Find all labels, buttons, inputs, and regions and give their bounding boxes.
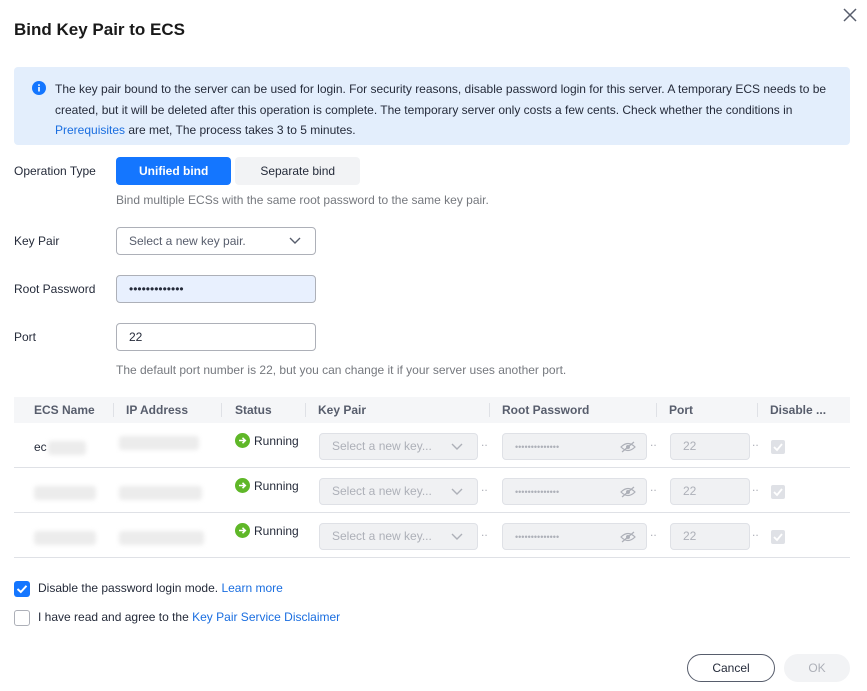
redacted-ip: [119, 486, 202, 500]
key-pair-select[interactable]: Select a new key pair.: [116, 227, 316, 255]
row-key-pair-placeholder: Select a new key...: [332, 529, 432, 543]
ok-button[interactable]: OK: [784, 654, 850, 682]
chevron-down-icon: [451, 488, 463, 495]
table-row: ec Running Select a new key... .. ••••••…: [14, 423, 850, 468]
row-password-value: ••••••••••••••: [515, 487, 560, 497]
bind-key-pair-dialog: Bind Key Pair to ECS The key pair bound …: [0, 0, 867, 691]
running-icon: [235, 523, 250, 538]
row-key-pair-select: Select a new key...: [319, 478, 478, 505]
row-port-value: 22: [683, 439, 697, 453]
chevron-down-icon: [289, 237, 301, 244]
chevron-down-icon: [451, 443, 463, 450]
checkmark-icon: [16, 585, 28, 594]
col-ip-address: IP Address: [126, 403, 189, 417]
operation-type-toggle: Unified bind Separate bind: [116, 157, 361, 185]
row-disable-checkbox: [771, 440, 785, 454]
table-row: Running Select a new key... .. •••••••••…: [14, 513, 850, 558]
ecs-name: ec: [34, 440, 47, 454]
disable-password-text: Disable the password login mode.: [38, 581, 222, 595]
status-running: Running: [235, 478, 299, 493]
agree-text: I have read and agree to the: [38, 610, 193, 624]
row-key-pair-select: Select a new key...: [319, 433, 478, 460]
info-icon: [32, 81, 46, 95]
status-running: Running: [235, 433, 299, 448]
row-root-password-input: ••••••••••••••: [502, 523, 647, 550]
row-port-input: 22: [670, 523, 750, 550]
status-text: Running: [254, 523, 299, 538]
row-key-pair-placeholder: Select a new key...: [332, 484, 432, 498]
row-port-value: 22: [683, 529, 697, 543]
key-pair-label: Key Pair: [14, 234, 60, 248]
dialog-title: Bind Key Pair to ECS: [14, 20, 185, 39]
row-disable-checkbox: [771, 530, 785, 544]
eye-icon: [620, 531, 636, 543]
col-status: Status: [235, 403, 272, 417]
redacted-ip: [119, 436, 199, 450]
prerequisites-link[interactable]: Prerequisites: [55, 123, 125, 137]
operation-type-hint: Bind multiple ECSs with the same root pa…: [116, 193, 489, 207]
cancel-button[interactable]: Cancel: [687, 654, 775, 682]
learn-more-link[interactable]: Learn more: [221, 581, 282, 595]
running-icon: [235, 433, 250, 448]
row-password-value: ••••••••••••••: [515, 532, 560, 542]
root-password-input[interactable]: •••••••••••••: [116, 275, 316, 303]
status-text: Running: [254, 478, 299, 493]
checkmark-icon: [773, 488, 783, 497]
row-disable-checkbox: [771, 485, 785, 499]
checkmark-icon: [773, 443, 783, 452]
eye-icon: [620, 486, 636, 498]
status-running: Running: [235, 523, 299, 538]
unified-bind-option[interactable]: Unified bind: [116, 157, 232, 185]
row-key-pair-placeholder: Select a new key...: [332, 439, 432, 453]
port-hint: The default port number is 22, but you c…: [116, 363, 567, 377]
key-pair-placeholder: Select a new key pair.: [129, 234, 246, 248]
disable-password-label: Disable the password login mode. Learn m…: [38, 581, 283, 595]
status-text: Running: [254, 433, 299, 448]
row-port-input: 22: [670, 433, 750, 460]
row-root-password-input: ••••••••••••••: [502, 478, 647, 505]
operation-type-label: Operation Type: [14, 164, 96, 178]
redacted-name: [48, 441, 86, 455]
disable-password-checkbox[interactable]: [14, 581, 30, 597]
disclaimer-link[interactable]: Key Pair Service Disclaimer: [192, 610, 340, 624]
row-password-value: ••••••••••••••: [515, 442, 560, 452]
port-label: Port: [14, 330, 37, 344]
row-port-value: 22: [683, 484, 697, 498]
notice-text: The key pair bound to the server can be …: [55, 82, 827, 117]
ecs-table: ECS Name IP Address Status Key Pair Root…: [14, 397, 850, 558]
agree-checkbox[interactable]: [14, 610, 30, 626]
root-password-value: •••••••••••••: [129, 282, 184, 296]
table-row: Running Select a new key... .. •••••••••…: [14, 468, 850, 513]
agree-label: I have read and agree to the Key Pair Se…: [38, 610, 340, 624]
col-disable: Disable ...: [770, 403, 827, 417]
eye-icon: [620, 441, 636, 453]
table-header: ECS Name IP Address Status Key Pair Root…: [14, 397, 850, 423]
port-input[interactable]: 22: [116, 323, 316, 351]
checkmark-icon: [773, 533, 783, 542]
separate-bind-option[interactable]: Separate bind: [235, 157, 361, 185]
row-key-pair-select: Select a new key...: [319, 523, 478, 550]
col-key-pair: Key Pair: [318, 403, 367, 417]
row-root-password-input: ••••••••••••••: [502, 433, 647, 460]
close-icon[interactable]: [840, 5, 860, 25]
notice-text-end: are met, The process takes 3 to 5 minute…: [125, 123, 356, 137]
redacted-ip: [119, 531, 204, 545]
col-port: Port: [669, 403, 693, 417]
col-root-password: Root Password: [502, 403, 590, 417]
chevron-down-icon: [451, 533, 463, 540]
redacted-name: [34, 531, 96, 545]
row-port-input: 22: [670, 478, 750, 505]
root-password-label: Root Password: [14, 282, 96, 296]
redacted-name: [34, 486, 96, 500]
col-ecs-name: ECS Name: [34, 403, 95, 417]
info-notice: The key pair bound to the server can be …: [14, 67, 850, 145]
port-value: 22: [129, 330, 143, 344]
running-icon: [235, 478, 250, 493]
